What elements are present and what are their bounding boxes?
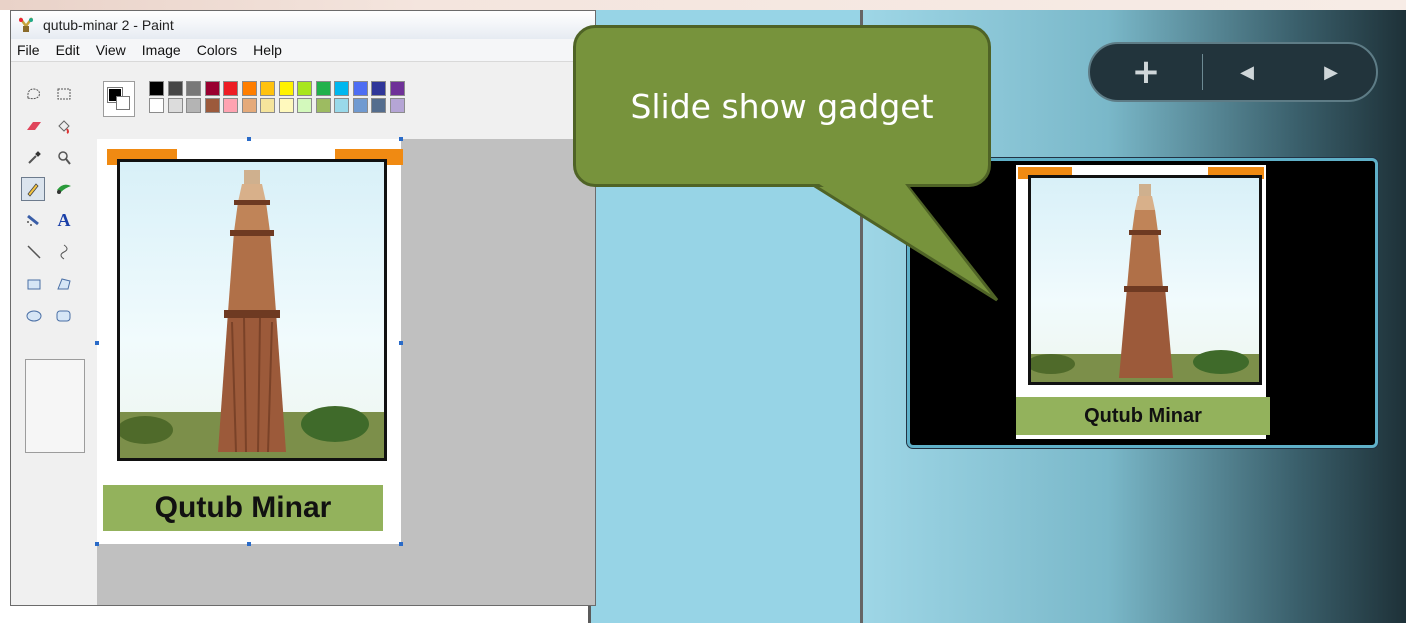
gadget-photo-card: Qutub Minar — [1016, 165, 1270, 439]
palette-swatch[interactable] — [204, 98, 220, 113]
palette-swatch[interactable] — [167, 81, 183, 96]
tool-options-box[interactable] — [25, 359, 85, 453]
palette-swatch[interactable] — [352, 98, 368, 113]
resize-handle[interactable] — [399, 542, 403, 546]
palette-swatch[interactable] — [371, 98, 386, 113]
palette-swatch[interactable] — [371, 81, 386, 96]
palette-swatch[interactable] — [297, 81, 312, 96]
palette-swatch[interactable] — [278, 98, 294, 113]
palette-swatch[interactable] — [297, 98, 312, 113]
magnifier-icon[interactable] — [53, 147, 75, 169]
menu-file[interactable]: File — [17, 42, 40, 58]
palette-swatch[interactable] — [149, 81, 164, 96]
qutub-minar-photo — [117, 159, 387, 461]
canvas-area[interactable]: Qutub Minar — [95, 137, 595, 605]
title-bar[interactable]: qutub-minar 2 - Paint — [11, 11, 595, 39]
palette-swatch[interactable] — [149, 98, 164, 113]
next-icon[interactable]: ▶ — [1291, 44, 1371, 100]
palette-swatch[interactable] — [352, 81, 368, 96]
text-icon[interactable]: A — [53, 209, 75, 231]
menu-bar: File Edit View Image Colors Help — [11, 39, 595, 62]
paint-window: qutub-minar 2 - Paint File Edit View Ima… — [10, 10, 596, 606]
curve-icon[interactable] — [53, 241, 75, 263]
toolbox: A — [17, 73, 97, 605]
palette-swatch[interactable] — [389, 98, 405, 113]
paint-photo-card: Qutub Minar — [103, 145, 403, 543]
slideshow-controls: + ◀ ▶ — [1088, 42, 1378, 102]
gadget-card-caption: Qutub Minar — [1016, 397, 1270, 435]
polygon-icon[interactable] — [53, 273, 75, 295]
palette-swatch[interactable] — [315, 81, 331, 96]
paint-palette-icon — [17, 16, 35, 34]
resize-handle[interactable] — [95, 542, 99, 546]
eraser-icon[interactable] — [23, 115, 45, 137]
palette-swatch[interactable] — [334, 81, 349, 96]
palette-swatch[interactable] — [223, 98, 238, 113]
palette-swatch[interactable] — [389, 81, 405, 96]
palette-swatch[interactable] — [186, 98, 201, 113]
menu-edit[interactable]: Edit — [56, 42, 80, 58]
slideshow-gadget[interactable]: Qutub Minar — [907, 158, 1378, 448]
palette-swatch[interactable] — [223, 81, 238, 96]
menu-help[interactable]: Help — [253, 42, 282, 58]
menu-colors[interactable]: Colors — [197, 42, 237, 58]
resize-handle[interactable] — [399, 341, 403, 345]
ellipse-icon[interactable] — [23, 305, 45, 327]
fill-bucket-icon[interactable] — [53, 115, 75, 137]
palette-swatch[interactable] — [278, 81, 294, 96]
palette-swatch[interactable] — [260, 81, 275, 96]
palette-swatch[interactable] — [241, 81, 257, 96]
background-color[interactable] — [116, 96, 130, 110]
resize-handle[interactable] — [247, 137, 251, 141]
brush-icon[interactable] — [53, 177, 75, 199]
color-picker-icon[interactable] — [23, 147, 45, 169]
menu-image[interactable]: Image — [142, 42, 181, 58]
line-icon[interactable] — [23, 241, 45, 263]
resize-handle[interactable] — [95, 341, 99, 345]
resize-handle[interactable] — [399, 137, 403, 141]
window-title: qutub-minar 2 - Paint — [43, 17, 174, 33]
drawing-canvas[interactable]: Qutub Minar — [97, 139, 403, 544]
palette-swatch[interactable] — [260, 98, 275, 113]
rect-select-icon[interactable] — [53, 83, 75, 105]
tower-illustration — [1031, 184, 1259, 382]
rounded-rect-icon[interactable] — [53, 305, 75, 327]
current-colors — [103, 81, 135, 117]
callout-bubble: Slide show gadget — [573, 25, 991, 187]
palette-swatch[interactable] — [167, 98, 183, 113]
palette-swatch[interactable] — [186, 81, 201, 96]
pencil-icon[interactable] — [21, 177, 45, 201]
qutub-minar-photo — [1028, 175, 1262, 385]
resize-handle[interactable] — [247, 542, 251, 546]
palette-swatch[interactable] — [315, 98, 331, 113]
callout-text: Slide show gadget — [630, 86, 934, 126]
free-form-select-icon[interactable] — [23, 83, 45, 105]
airbrush-icon[interactable] — [23, 209, 45, 231]
palette-swatch[interactable] — [334, 98, 349, 113]
paint-card-caption: Qutub Minar — [103, 485, 383, 531]
tower-illustration — [120, 170, 384, 458]
previous-icon[interactable]: ◀ — [1203, 44, 1291, 100]
top-border-strip — [0, 0, 1406, 10]
menu-view[interactable]: View — [96, 42, 126, 58]
plus-icon[interactable]: + — [1090, 44, 1202, 100]
palette-swatch[interactable] — [241, 98, 257, 113]
rectangle-icon[interactable] — [23, 273, 45, 295]
palette-swatch[interactable] — [204, 81, 220, 96]
